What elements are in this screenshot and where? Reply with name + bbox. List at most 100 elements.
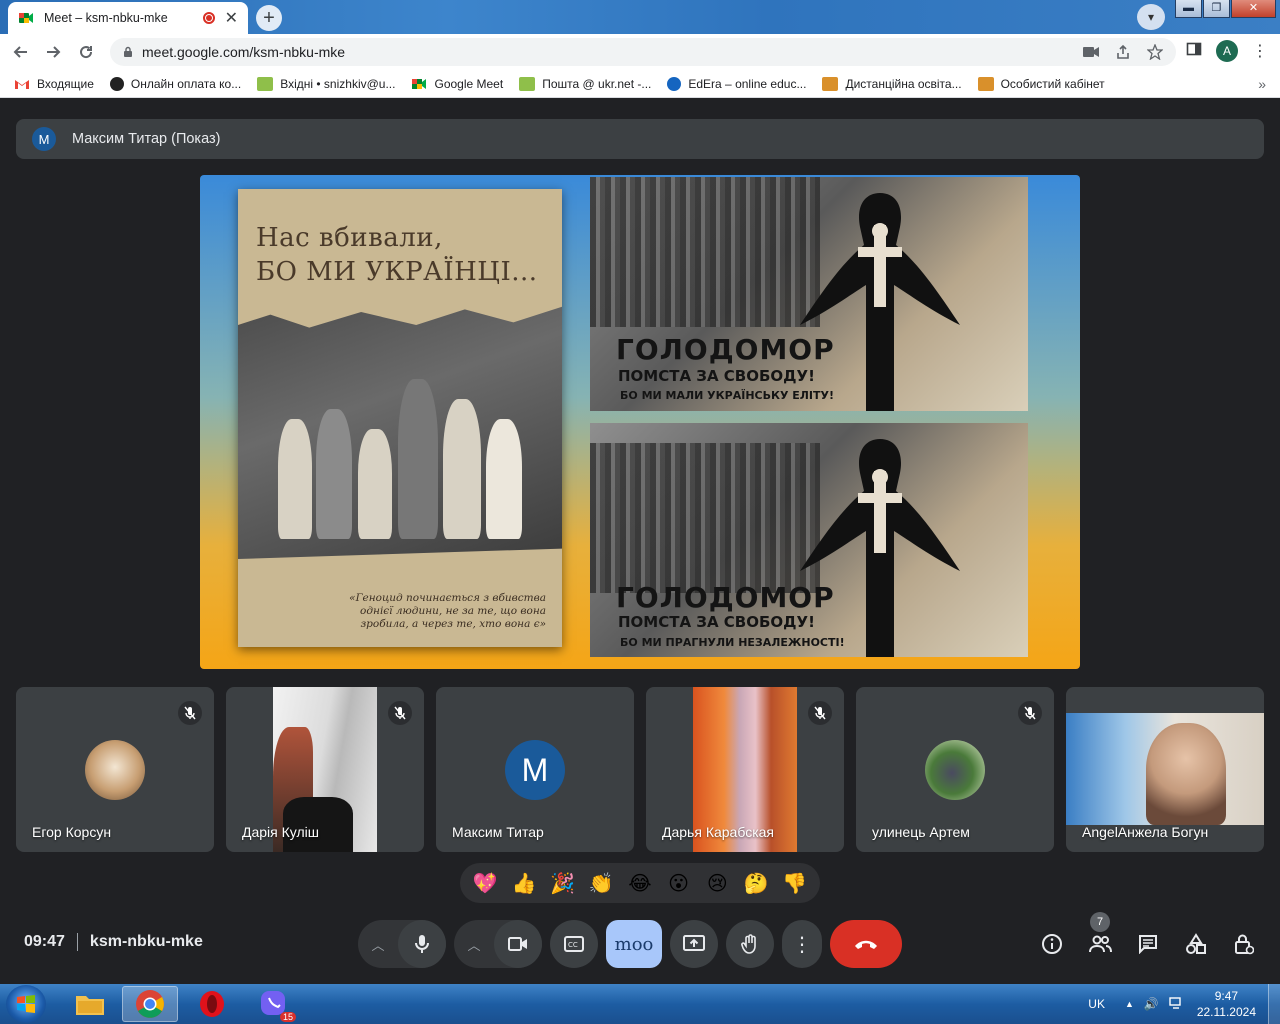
taskbar-opera[interactable] xyxy=(184,986,240,1022)
bookmark-personal-cabinet[interactable]: Особистий кабінет xyxy=(977,76,1105,91)
book-title-line: Нас вбивали, xyxy=(256,223,443,253)
reaction-sparkling-heart[interactable]: 💖 xyxy=(468,871,502,896)
bookmark-edera[interactable]: EdEra – online educ... xyxy=(667,76,806,91)
browser-menu-icon[interactable]: ⋮ xyxy=(1252,41,1268,61)
participant-avatar xyxy=(85,740,145,800)
participant-avatar xyxy=(925,740,985,800)
language-indicator[interactable]: UK xyxy=(1088,997,1105,1011)
forward-button[interactable] xyxy=(40,40,66,64)
network-icon[interactable] xyxy=(1169,996,1183,1012)
system-clock[interactable]: 9:47 22.11.2024 xyxy=(1197,988,1256,1020)
family-photo xyxy=(238,306,562,559)
tab-strip: Meet – ksm-nbku-mke ✕ + ▾ ▬ ❐ ✕ xyxy=(0,0,1280,34)
gmail-icon xyxy=(15,79,29,89)
taskbar-chrome[interactable] xyxy=(122,986,178,1022)
leave-call-button[interactable] xyxy=(830,920,902,968)
shared-screen: Нас вбивали, БО МИ УКРАЇНЦІ... «Геноцид … xyxy=(200,175,1080,669)
reaction-thumbs-down[interactable]: 👎 xyxy=(778,871,812,896)
browser-toolbar: meet.google.com/ksm-nbku-mke A ⋮ xyxy=(0,34,1280,70)
start-button[interactable] xyxy=(6,985,46,1023)
meeting-code: ksm-nbku-mke xyxy=(89,933,203,950)
show-desktop-button[interactable] xyxy=(1268,984,1280,1024)
participant-tile[interactable]: AngelАнжела Богун xyxy=(1066,687,1264,852)
minimize-button[interactable]: ▬ xyxy=(1175,0,1202,18)
presenter-bar: M Максим Титар (Показ) xyxy=(16,119,1264,159)
participant-tile[interactable]: улинець Артем xyxy=(856,687,1054,852)
book-title-line: БО МИ УКРАЇНЦІ... xyxy=(256,257,538,287)
profile-avatar[interactable]: A xyxy=(1216,40,1238,62)
book-cover-image: Нас вбивали, БО МИ УКРАЇНЦІ... «Геноцид … xyxy=(238,189,562,647)
effects-button[interactable]: moo xyxy=(606,920,662,968)
bookmark-label: Google Meet xyxy=(434,76,504,91)
panel-subtitle: ПОМСТА ЗА СВОБОДУ! xyxy=(618,613,815,631)
close-tab-icon[interactable]: ✕ xyxy=(225,8,238,28)
present-screen-button[interactable] xyxy=(670,920,718,968)
camera-in-use-icon[interactable] xyxy=(1082,43,1100,61)
reaction-thinking[interactable]: 🤔 xyxy=(739,871,773,896)
host-controls-button[interactable] xyxy=(1224,924,1264,964)
chat-button[interactable] xyxy=(1128,924,1168,964)
bookmark-google-meet[interactable]: Google Meet xyxy=(411,77,503,91)
mic-off-icon xyxy=(388,701,412,725)
reaction-surprised[interactable]: 😮 xyxy=(662,871,696,896)
people-button[interactable]: 7 xyxy=(1080,912,1120,964)
bookmark-label: Особистий кабінет xyxy=(1000,76,1105,91)
bookmark-label: Онлайн оплата ко... xyxy=(130,76,242,91)
system-date: 22.11.2024 xyxy=(1196,1005,1256,1019)
participant-tile[interactable]: Егор Корсун xyxy=(16,687,214,852)
participant-avatar: M xyxy=(505,740,565,800)
microphone-button[interactable] xyxy=(398,920,446,968)
raise-hand-button[interactable] xyxy=(726,920,774,968)
viber-badge: 15 xyxy=(279,1012,296,1022)
volume-icon[interactable]: 🔊 xyxy=(1144,997,1159,1011)
reaction-party-popper[interactable]: 🎉 xyxy=(546,871,580,896)
taskbar-viber[interactable]: 15 xyxy=(246,986,302,1022)
camera-button[interactable] xyxy=(494,920,542,968)
participant-tile[interactable]: M Максим Титар xyxy=(436,687,634,852)
bookmarks-bar: Входящие Онлайн оплата ко... Вхідні • sn… xyxy=(0,70,1280,98)
audio-settings-chevron-icon[interactable]: ︿ xyxy=(358,920,398,968)
video-settings-chevron-icon[interactable]: ︿ xyxy=(454,920,494,968)
call-controls: ︿ ︿ CC moo ⋮ xyxy=(358,920,902,968)
bookmark-payment[interactable]: Онлайн оплата ко... xyxy=(109,76,242,91)
captions-button[interactable]: CC xyxy=(550,920,598,968)
reaction-joy[interactable]: 😂 xyxy=(623,871,657,896)
bookmark-inbox[interactable]: Входящие xyxy=(14,77,94,91)
side-panel-icon[interactable] xyxy=(1186,41,1202,62)
new-tab-button[interactable]: + xyxy=(256,5,282,31)
reaction-thumbs-up[interactable]: 👍 xyxy=(507,871,541,896)
edera-icon xyxy=(667,76,682,91)
activities-button[interactable] xyxy=(1176,924,1216,964)
mic-control-group: ︿ xyxy=(358,920,446,968)
share-icon[interactable] xyxy=(1114,43,1132,61)
more-options-button[interactable]: ⋮ xyxy=(782,920,822,968)
bookmark-label: Входящие xyxy=(37,76,94,91)
bookmark-star-icon[interactable] xyxy=(1146,43,1164,61)
bookmark-ukrnet[interactable]: Пошта @ ukr.net -... xyxy=(519,76,651,91)
presenter-avatar: M xyxy=(32,127,56,151)
tab-meet[interactable]: Meet – ksm-nbku-mke ✕ xyxy=(8,2,248,34)
angel-silhouette-icon xyxy=(800,439,960,657)
show-hidden-icons[interactable]: ▲ xyxy=(1125,999,1134,1009)
board-icon xyxy=(822,76,839,91)
participant-tile[interactable]: Дарья Карабская xyxy=(646,687,844,852)
meet-icon xyxy=(412,78,427,89)
tab-search-button[interactable]: ▾ xyxy=(1137,4,1165,30)
close-window-button[interactable]: ✕ xyxy=(1231,0,1276,18)
back-button[interactable] xyxy=(8,40,34,64)
participant-tile[interactable]: Дарія Куліш xyxy=(226,687,424,852)
bookmark-distance-learning[interactable]: Дистанційна освіта... xyxy=(822,76,962,91)
side-controls: 7 xyxy=(1032,912,1264,964)
bookmarks-overflow-icon[interactable]: » xyxy=(1258,76,1266,92)
reaction-crying[interactable]: 😢 xyxy=(700,871,734,896)
restore-button[interactable]: ❐ xyxy=(1203,0,1230,18)
reaction-clapping[interactable]: 👏 xyxy=(584,871,618,896)
participant-name: улинець Артем xyxy=(872,824,970,840)
taskbar-explorer[interactable] xyxy=(62,986,118,1022)
address-bar[interactable]: meet.google.com/ksm-nbku-mke xyxy=(110,38,1176,66)
bookmark-inbox-ukr[interactable]: Вхідні • snizhkiv@u... xyxy=(257,76,395,91)
meeting-details-button[interactable] xyxy=(1032,924,1072,964)
lock-icon xyxy=(124,46,132,57)
participant-name: Дарія Куліш xyxy=(242,824,319,840)
reload-button[interactable] xyxy=(73,40,99,64)
